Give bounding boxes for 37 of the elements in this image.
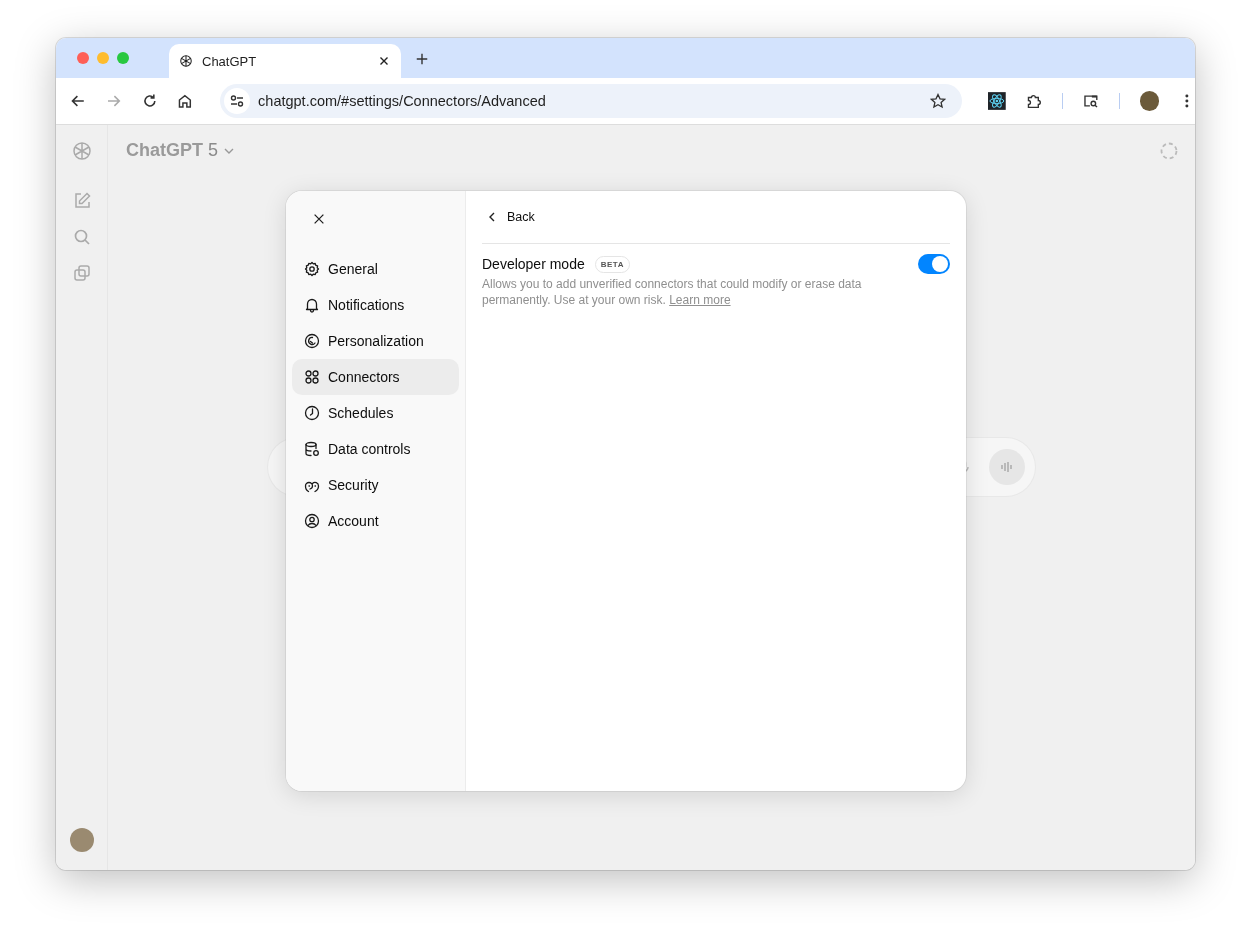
settings-nav-item[interactable]: Data controls — [292, 431, 459, 467]
four-circles-icon — [304, 369, 320, 385]
developer-mode-toggle[interactable] — [918, 254, 950, 274]
setting-description: Allows you to add unverified connectors that could modify or erase data permanently. Use at your own risk. Learn more — [482, 276, 863, 308]
gear-icon — [304, 261, 320, 277]
back-button[interactable]: Back — [482, 209, 950, 225]
atom-extension-icon[interactable] — [988, 92, 1007, 110]
reload-icon[interactable] — [141, 93, 158, 109]
home-icon[interactable] — [177, 93, 194, 109]
settings-nav-item[interactable]: General — [292, 251, 459, 287]
user-circle-icon — [304, 513, 320, 529]
profile-avatar[interactable] — [1139, 91, 1160, 111]
user-avatar[interactable] — [69, 828, 94, 852]
site-settings-button[interactable] — [224, 88, 251, 114]
tab-search-icon[interactable] — [1082, 93, 1099, 109]
settings-nav-item[interactable]: Personalization — [292, 323, 459, 359]
new-tab-icon[interactable] — [415, 52, 429, 66]
browser-tab[interactable]: ChatGPT — [169, 44, 401, 78]
bell-icon — [304, 297, 320, 313]
close-icon[interactable] — [312, 212, 326, 226]
bookmark-star-icon[interactable] — [930, 93, 947, 109]
setting-title: Developer mode — [482, 256, 585, 272]
clock-face-icon — [304, 333, 320, 349]
tab-title: ChatGPT — [202, 53, 258, 69]
settings-nav-item[interactable]: Connectors — [292, 359, 459, 395]
sliders-icon — [229, 93, 246, 109]
settings-nav-item[interactable]: Account — [292, 503, 459, 539]
waveform-icon — [999, 459, 1015, 475]
settings-nav-item[interactable]: Notifications — [292, 287, 459, 323]
database-gear-icon — [304, 441, 320, 457]
address-bar[interactable]: chatgpt.com/#settings/Connectors/Advanced — [220, 84, 963, 118]
clock-icon — [304, 405, 320, 421]
back-arrow-icon[interactable] — [70, 93, 86, 109]
knot-logo-icon — [179, 54, 193, 68]
settings-nav-item[interactable]: Security — [292, 467, 459, 503]
puzzle-piece-icon[interactable] — [1026, 93, 1042, 109]
settings-nav-item[interactable]: Schedules — [292, 395, 459, 431]
